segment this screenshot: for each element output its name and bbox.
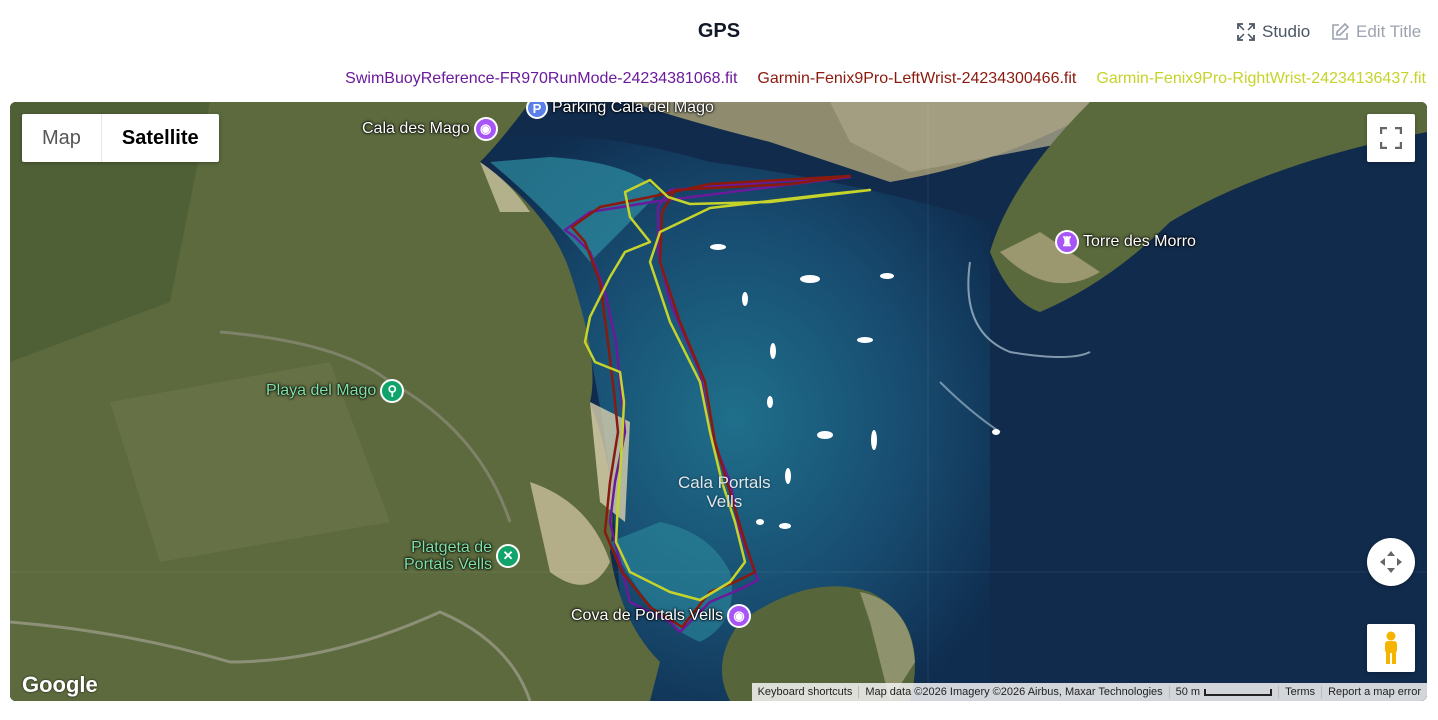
studio-label: Studio xyxy=(1262,22,1311,41)
legend-item-right-wrist[interactable]: Garmin-Fenix9Pro-RightWrist-24234136437.… xyxy=(1096,70,1426,88)
beach-icon: ✕ xyxy=(496,544,521,568)
terms-link[interactable]: Terms xyxy=(1278,686,1321,698)
expand-icon xyxy=(1237,23,1255,41)
poi-cala-des-mago[interactable]: Cala des Mago ◉ xyxy=(362,117,498,141)
poi-platgeta-label-line1: Platgeta de xyxy=(411,539,493,556)
camera-icon: ◉ xyxy=(473,117,498,141)
page-title: GPS xyxy=(697,20,741,42)
legend-item-swimbuoy[interactable]: SwimBuoyReference-FR970RunMode-242343810… xyxy=(345,70,737,88)
poi-platgeta[interactable]: Platgeta de Portals Vells ✕ xyxy=(404,539,521,573)
poi-playa-del-mago[interactable]: Playa del Mago ⚲ xyxy=(266,379,405,403)
pencil-icon xyxy=(1332,22,1350,40)
poi-cala-des-mago-label: Cala des Mago xyxy=(362,120,470,137)
camera-icon: ◉ xyxy=(727,604,752,628)
google-logo: Google xyxy=(22,672,98,697)
water-label: Cala Portals Vells xyxy=(678,473,771,511)
poi-cova-label: Cova de Portals Vells xyxy=(571,607,724,624)
hiking-icon: ⚲ xyxy=(380,379,405,403)
satellite-map[interactable]: Map Satellite P Parking Cala del Mago Ca… xyxy=(10,102,1427,701)
map-data-attribution: Map data ©2026 Imagery ©2026 Airbus, Max… xyxy=(858,686,1168,698)
scale-label: 50 m xyxy=(1175,686,1201,698)
move-arrows-icon xyxy=(1380,551,1402,573)
poi-torre-des-morro[interactable]: ♜ Torre des Morro xyxy=(1055,230,1196,254)
map-type-satellite-button[interactable]: Satellite xyxy=(102,114,219,162)
scale-bar[interactable]: 50 m xyxy=(1168,686,1278,698)
map-type-map-button[interactable]: Map xyxy=(22,114,102,162)
poi-playa-del-mago-label: Playa del Mago xyxy=(266,382,377,399)
poi-cova[interactable]: Cova de Portals Vells ◉ xyxy=(571,604,752,628)
poi-parking-label: Parking Cala del Mago xyxy=(552,102,714,116)
edit-title-button[interactable]: Edit Title xyxy=(1330,22,1421,42)
poi-torre-des-morro-label: Torre des Morro xyxy=(1083,233,1196,250)
track-legend: SwimBuoyReference-FR970RunMode-242343810… xyxy=(345,70,1426,88)
castle-icon: ♜ xyxy=(1055,230,1079,254)
poi-platgeta-label-line2: Portals Vells xyxy=(404,556,493,573)
report-map-error-link[interactable]: Report a map error xyxy=(1321,686,1427,698)
fullscreen-icon xyxy=(1380,127,1402,149)
map-attribution-bar: Keyboard shortcuts Map data ©2026 Imager… xyxy=(751,683,1427,701)
parking-icon: P xyxy=(526,102,548,119)
legend-item-left-wrist[interactable]: Garmin-Fenix9Pro-LeftWrist-24234300466.f… xyxy=(757,70,1076,88)
camera-control-button[interactable] xyxy=(1367,538,1415,586)
poi-parking[interactable]: P Parking Cala del Mago xyxy=(526,102,714,119)
edit-title-label: Edit Title xyxy=(1356,22,1422,41)
fullscreen-button[interactable] xyxy=(1367,114,1415,162)
keyboard-shortcuts-link[interactable]: Keyboard shortcuts xyxy=(752,686,859,698)
map-type-control: Map Satellite xyxy=(22,114,219,162)
scale-line xyxy=(1204,688,1273,696)
studio-button[interactable]: Studio xyxy=(1236,22,1310,42)
water-label-line1: Cala Portals xyxy=(678,473,771,492)
water-label-line2: Vells xyxy=(706,492,743,511)
pegman-icon xyxy=(1385,631,1397,664)
street-view-pegman-button[interactable] xyxy=(1367,624,1415,672)
